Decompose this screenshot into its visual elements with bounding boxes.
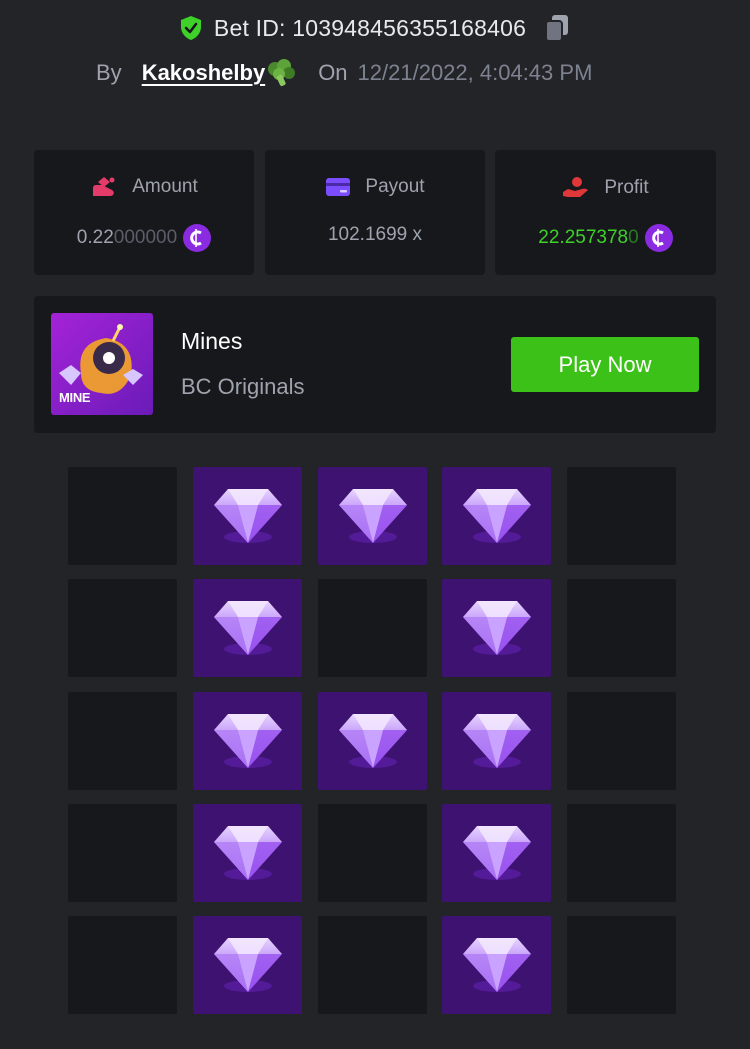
game-panel: MINE Mines BC Originals Play Now bbox=[34, 296, 716, 433]
empty-tile bbox=[567, 804, 676, 902]
by-label: By bbox=[96, 60, 122, 85]
on-label: On bbox=[318, 60, 348, 85]
username-text: Kakoshelby bbox=[141, 60, 266, 85]
empty-tile bbox=[567, 467, 676, 565]
amount-card: Amount 0.22000000 bbox=[34, 150, 254, 275]
gem-tile bbox=[193, 467, 302, 565]
amount-value: 0.22000000 bbox=[77, 227, 177, 249]
empty-tile bbox=[318, 804, 427, 902]
bet-header: Bet ID: 103948456355168406 bbox=[0, 10, 750, 46]
game-name: Mines bbox=[181, 328, 243, 354]
amount-value-main: 0.22 bbox=[76, 227, 114, 248]
empty-tile bbox=[68, 467, 177, 565]
diamond-icon bbox=[214, 489, 282, 543]
gem-tile bbox=[193, 804, 302, 902]
broccoli-icon bbox=[268, 59, 296, 87]
gem-tile bbox=[193, 916, 302, 1014]
empty-tile bbox=[68, 579, 177, 677]
empty-tile bbox=[318, 916, 427, 1014]
profit-card: Profit 22.2573780 bbox=[495, 150, 716, 275]
profit-value: 22.2573780 bbox=[538, 227, 638, 249]
gem-tile bbox=[442, 467, 551, 565]
empty-tile bbox=[318, 579, 427, 677]
coin-icon bbox=[644, 224, 673, 252]
bet-date: 12/21/2022, 4:04:43 PM bbox=[357, 60, 593, 85]
payout-value: 102.1699 x bbox=[327, 224, 423, 245]
profit-label: Profit bbox=[604, 177, 649, 198]
profit-hand-icon bbox=[563, 177, 589, 197]
amount-value-dim: 000000 bbox=[113, 227, 178, 248]
diamond-icon bbox=[214, 938, 282, 992]
mines-thumbnail[interactable]: MINE bbox=[51, 313, 153, 415]
coin-icon bbox=[183, 224, 212, 252]
profit-value-dim: 0 bbox=[628, 227, 639, 248]
diamond-icon bbox=[339, 714, 407, 768]
diamond-icon bbox=[463, 938, 531, 992]
copy-icon[interactable] bbox=[544, 14, 570, 42]
gem-tile bbox=[442, 579, 551, 677]
payout-label: Payout bbox=[365, 176, 425, 197]
diamond-icon bbox=[463, 489, 531, 543]
diamond-icon bbox=[463, 601, 531, 655]
payout-card: Payout 102.1699 x bbox=[265, 150, 485, 275]
amount-label: Amount bbox=[132, 176, 198, 197]
diamond-icon bbox=[214, 826, 282, 880]
empty-tile bbox=[567, 579, 676, 677]
game-provider: BC Originals bbox=[181, 374, 305, 399]
gem-tile bbox=[318, 467, 427, 565]
diamond-icon bbox=[214, 714, 282, 768]
gem-tile bbox=[442, 692, 551, 790]
profit-value-main: 22.257378 bbox=[538, 227, 629, 248]
play-now-button[interactable]: Play Now bbox=[511, 337, 699, 392]
gem-tile bbox=[318, 692, 427, 790]
diamond-icon bbox=[463, 714, 531, 768]
empty-tile bbox=[68, 692, 177, 790]
diamond-icon bbox=[214, 601, 282, 655]
gem-tile bbox=[193, 579, 302, 677]
username-link[interactable]: Kakoshelby bbox=[142, 59, 297, 87]
empty-tile bbox=[567, 916, 676, 1014]
empty-tile bbox=[68, 804, 177, 902]
gem-tile bbox=[442, 916, 551, 1014]
diamond-icon bbox=[463, 826, 531, 880]
card-icon bbox=[326, 178, 351, 196]
bet-meta: By Kakoshelby On 12/21/2022, 4:04:43 PM bbox=[96, 56, 592, 90]
gem-tile bbox=[193, 692, 302, 790]
shield-check-icon bbox=[180, 16, 201, 40]
bet-id: Bet ID: 103948456355168406 bbox=[213, 14, 527, 41]
gem-tile bbox=[442, 804, 551, 902]
empty-tile bbox=[68, 916, 177, 1014]
thumb-label: MINE bbox=[59, 390, 91, 405]
amount-icon bbox=[93, 177, 115, 196]
diamond-icon bbox=[339, 489, 407, 543]
empty-tile bbox=[567, 692, 676, 790]
